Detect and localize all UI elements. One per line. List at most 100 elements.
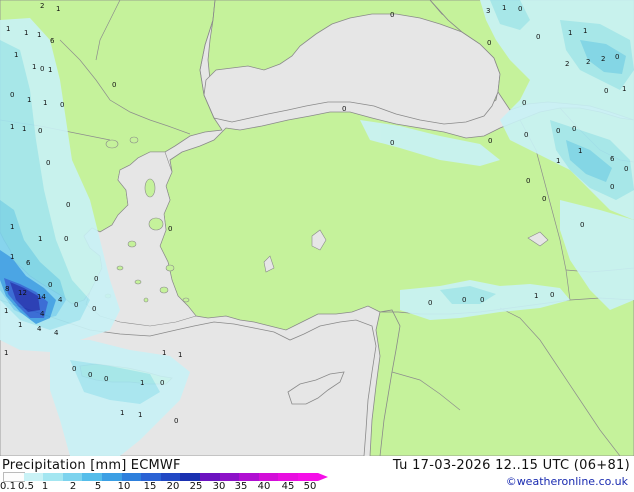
precip-value-label: 0	[390, 11, 395, 19]
precip-value-label: 1	[556, 157, 561, 165]
legend-tick: 50	[303, 481, 317, 492]
precip-value-label: 1	[578, 147, 583, 155]
legend-tick: 40	[257, 481, 271, 492]
legend-tick: 10	[117, 481, 131, 492]
precip-value-label: 1	[43, 99, 48, 107]
legend-swatch	[219, 473, 240, 481]
legend-tick: 35	[234, 481, 248, 492]
precip-value-label: 1	[37, 31, 42, 39]
legend-arrow	[317, 473, 328, 481]
precip-value-label: 2	[586, 58, 591, 66]
precip-value-label: 2	[40, 2, 45, 10]
precip-value-label: 0	[174, 417, 179, 425]
precip-value-label: 6	[26, 259, 31, 267]
precip-value-label: 1	[568, 29, 573, 37]
precip-value-label: 8	[5, 285, 10, 293]
precip-value-label: 1	[4, 349, 9, 357]
precip-value-label: 1	[162, 349, 167, 357]
precipitation-legend-bar	[3, 472, 318, 482]
legend-swatch	[121, 473, 142, 481]
precip-value-label: 0	[74, 301, 79, 309]
precip-value-label: 1	[502, 4, 507, 12]
map-canvas	[0, 0, 634, 456]
legend-tick: 2	[69, 481, 77, 492]
precip-value-label: 1	[10, 253, 15, 261]
precip-value-label: 0	[522, 99, 527, 107]
legend-swatch	[62, 473, 83, 481]
legend-swatch	[297, 473, 318, 481]
precip-value-label: 1	[138, 411, 143, 419]
precip-value-label: 6	[50, 37, 55, 45]
precip-value-label: 0	[518, 5, 523, 13]
map-title: Precipitation [mm] ECMWF	[2, 458, 181, 473]
precip-value-label: 1	[38, 235, 43, 243]
legend-swatch	[101, 473, 122, 481]
precip-value-label: 0	[92, 305, 97, 313]
precip-value-label: 1	[4, 307, 9, 315]
legend-swatch	[43, 473, 63, 481]
precip-value-label: 0	[610, 183, 615, 191]
credit-link[interactable]: ©weatheronline.co.uk	[506, 475, 628, 488]
precip-value-label: 0	[524, 131, 529, 139]
precip-value-label: 1	[32, 63, 37, 71]
precip-value-label: 0	[10, 91, 15, 99]
precip-value-label: 6	[610, 155, 615, 163]
precip-value-label: 0	[160, 379, 165, 387]
precip-value-label: 4	[37, 325, 42, 333]
precip-value-label: 0	[168, 225, 173, 233]
precip-value-label: 0	[604, 87, 609, 95]
legend-tick: 0.5	[18, 481, 34, 492]
legend-swatch	[23, 473, 44, 481]
legend-swatch	[258, 473, 279, 481]
precip-value-label: 12	[18, 289, 27, 297]
legend-tick: 0.1	[0, 481, 16, 492]
precip-value-label: 0	[488, 137, 493, 145]
precip-value-label: 0	[556, 127, 561, 135]
precip-value-label: 1	[140, 379, 145, 387]
precip-value-label: 0	[38, 127, 43, 135]
precip-value-label: 3	[486, 7, 491, 15]
legend-tick: 45	[281, 481, 295, 492]
precip-value-label: 1	[622, 85, 627, 93]
precip-value-label: 0	[572, 125, 577, 133]
precip-value-label: 0	[526, 177, 531, 185]
precip-value-label: 1	[14, 51, 19, 59]
precip-value-label: 0	[48, 281, 53, 289]
legend-tick: 20	[166, 481, 180, 492]
legend-swatch	[278, 473, 298, 481]
precip-value-label: 0	[72, 365, 77, 373]
legend-swatch	[141, 473, 161, 481]
precip-value-label: 1	[27, 96, 32, 104]
precip-value-label: 0	[60, 101, 65, 109]
precip-value-label: 1	[120, 409, 125, 417]
precip-value-label: 0	[550, 291, 555, 299]
forecast-run-info: Tu 17-03-2026 12..15 UTC (06+81)	[392, 458, 630, 473]
precip-value-label: 4	[40, 310, 45, 318]
precip-value-label: 1	[178, 351, 183, 359]
precip-value-label: 2	[565, 60, 570, 68]
legend-swatch	[160, 473, 181, 481]
precip-value-label: 14	[37, 293, 46, 301]
legend-swatch	[199, 473, 220, 481]
precip-value-label: 0	[428, 299, 433, 307]
precip-value-label: 0	[390, 139, 395, 147]
precip-value-label: 0	[480, 296, 485, 304]
precip-value-label: 0	[624, 165, 629, 173]
precip-value-label: 1	[6, 25, 11, 33]
precip-value-label: 0	[104, 375, 109, 383]
precip-value-label: 0	[66, 201, 71, 209]
precip-value-label: 0	[487, 39, 492, 47]
precip-value-label: 1	[534, 292, 539, 300]
precip-value-label: 0	[94, 275, 99, 283]
precip-value-label: 1	[10, 223, 15, 231]
precip-value-label: 0	[342, 105, 347, 113]
precip-value-label: 1	[18, 321, 23, 329]
precip-value-label: 0	[462, 296, 467, 304]
precip-value-label: 1	[10, 123, 15, 131]
legend-tick: 15	[143, 481, 157, 492]
legend-swatch	[180, 473, 200, 481]
precip-value-label: 4	[54, 329, 59, 337]
precip-value-label: 0	[112, 81, 117, 89]
precip-value-label: 0	[64, 235, 69, 243]
precip-value-label: 1	[24, 29, 29, 37]
